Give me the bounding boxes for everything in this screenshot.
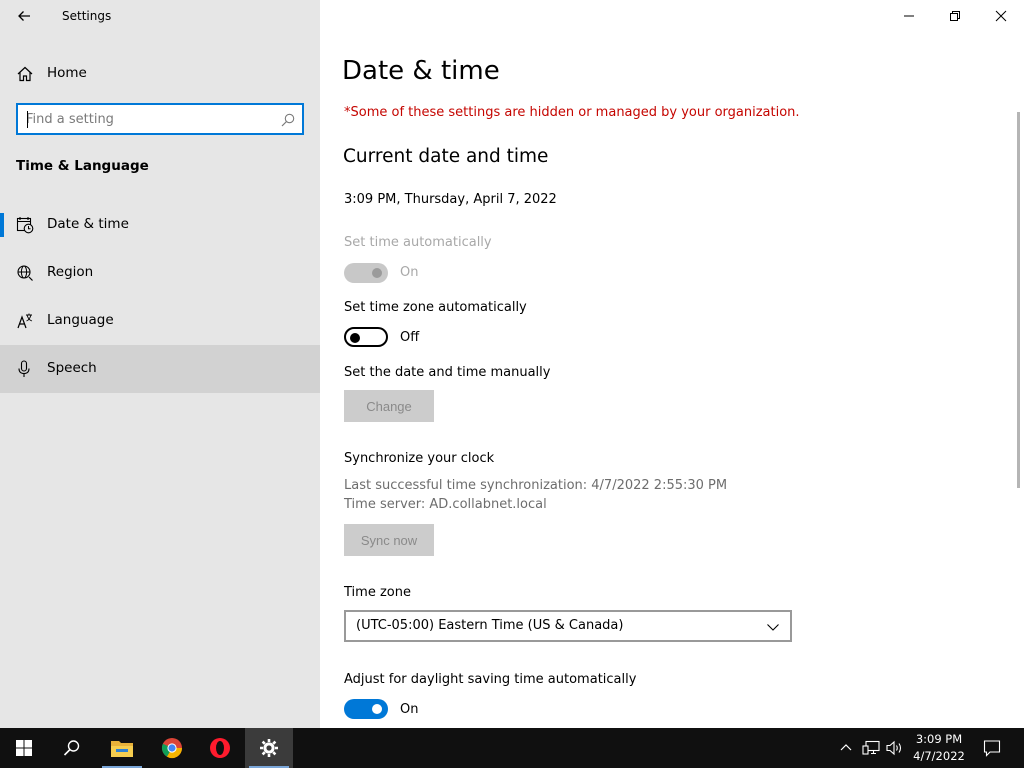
app-title: Settings — [62, 9, 112, 23]
date-time-icon — [16, 217, 34, 234]
last-sync-text: Last successful time synchronization: 4/… — [344, 478, 728, 493]
sidebar-item-label: Speech — [47, 360, 97, 376]
volume-button[interactable] — [884, 728, 906, 768]
sidebar-home-label: Home — [47, 65, 87, 81]
show-hidden-icons-button[interactable] — [836, 728, 856, 768]
sidebar: Settings Home Time & Language Date & tim… — [0, 0, 320, 728]
clock-date: 4/7/2022 — [913, 749, 965, 763]
page-title: Date & time — [342, 56, 500, 86]
home-icon — [17, 66, 33, 82]
close-button[interactable] — [978, 0, 1024, 32]
start-button[interactable] — [0, 728, 48, 768]
sidebar-home[interactable]: Home — [0, 56, 320, 92]
change-button[interactable]: Change — [344, 390, 434, 422]
set-timezone-auto-toggle[interactable] — [344, 327, 388, 347]
set-timezone-auto-label: Set time zone automatically — [344, 300, 527, 315]
set-time-auto-toggle — [344, 263, 388, 283]
taskbar: 3:09 PM 4/7/2022 — [0, 728, 1024, 768]
sidebar-item-language[interactable]: Language — [0, 297, 320, 345]
set-manually-label: Set the date and time manually — [344, 365, 551, 380]
set-time-auto-label: Set time automatically — [344, 235, 492, 250]
settings-gear-icon — [260, 739, 278, 757]
microphone-icon — [18, 360, 30, 377]
taskbar-search-button[interactable] — [48, 728, 96, 768]
set-timezone-auto-state: Off — [400, 330, 420, 345]
network-icon — [862, 740, 880, 755]
taskbar-file-explorer[interactable] — [98, 728, 146, 768]
windows-start-icon — [16, 740, 32, 756]
sync-now-button[interactable]: Sync now — [344, 524, 434, 556]
scrollbar[interactable] — [1017, 112, 1020, 488]
sync-clock-label: Synchronize your clock — [344, 451, 495, 466]
taskbar-clock[interactable]: 3:09 PM 4/7/2022 — [906, 731, 972, 765]
sidebar-item-date-time[interactable]: Date & time — [0, 201, 320, 249]
current-date-time-value: 3:09 PM, Thursday, April 7, 2022 — [344, 192, 557, 207]
opera-icon — [210, 738, 230, 758]
minimize-icon — [904, 15, 914, 17]
sidebar-item-label: Date & time — [47, 216, 129, 232]
chevron-down-icon — [767, 624, 779, 631]
taskbar-chrome[interactable] — [148, 728, 196, 768]
time-server-text: Time server: AD.collabnet.local — [344, 497, 547, 512]
volume-icon — [886, 740, 902, 756]
chrome-icon — [161, 738, 183, 759]
back-arrow-icon — [18, 11, 30, 21]
restore-icon — [950, 11, 960, 21]
action-center-button[interactable] — [978, 728, 1006, 768]
region-globe-icon — [17, 265, 33, 281]
taskbar-settings[interactable] — [245, 728, 293, 768]
text-caret — [27, 111, 28, 128]
minimize-button[interactable] — [886, 0, 932, 32]
dst-label: Adjust for daylight saving time automati… — [344, 672, 637, 687]
org-managed-notice: *Some of these settings are hidden or ma… — [344, 105, 800, 120]
clock-time: 3:09 PM — [915, 732, 963, 746]
set-time-auto-state: On — [400, 265, 419, 280]
language-icon — [17, 313, 33, 329]
search-input[interactable] — [26, 110, 266, 128]
sidebar-item-region[interactable]: Region — [0, 249, 320, 297]
sidebar-item-speech[interactable]: Speech — [0, 345, 320, 393]
search-icon — [63, 740, 80, 756]
file-explorer-icon — [111, 741, 133, 757]
current-date-time-heading: Current date and time — [343, 146, 549, 167]
search-box[interactable] — [16, 103, 304, 135]
timezone-value: (UTC-05:00) Eastern Time (US & Canada) — [356, 618, 624, 633]
dst-state: On — [400, 702, 419, 717]
sidebar-item-label: Language — [47, 312, 114, 328]
network-button[interactable] — [860, 728, 882, 768]
sidebar-item-label: Region — [47, 264, 94, 280]
sidebar-section-title: Time & Language — [16, 158, 149, 174]
back-button[interactable] — [12, 4, 36, 28]
close-icon — [995, 10, 1007, 22]
dst-toggle[interactable] — [344, 699, 388, 719]
search-icon[interactable] — [280, 112, 296, 128]
chevron-up-icon — [840, 744, 852, 751]
timezone-dropdown[interactable]: (UTC-05:00) Eastern Time (US & Canada) — [344, 610, 792, 642]
notification-icon — [983, 740, 1001, 757]
restore-button[interactable] — [932, 0, 978, 32]
timezone-label: Time zone — [344, 585, 411, 600]
taskbar-opera[interactable] — [196, 728, 244, 768]
